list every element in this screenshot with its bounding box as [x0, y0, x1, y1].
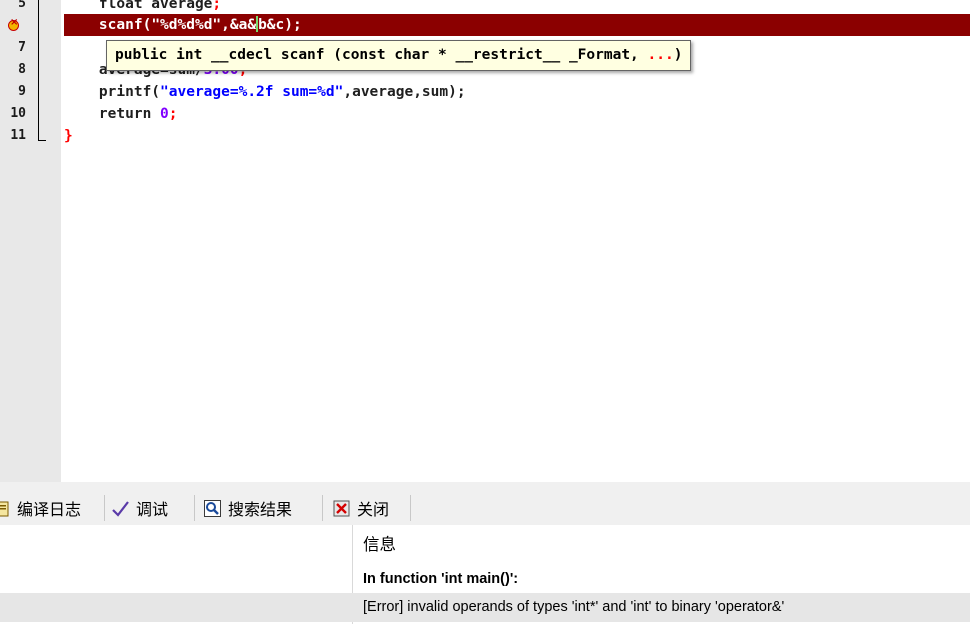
code-line-5[interactable]: float average;	[64, 0, 970, 15]
code-line-11[interactable]: }	[64, 125, 970, 147]
code-line-9[interactable]: printf("average=%.2f sum=%d",average,sum…	[64, 81, 970, 103]
tab-separator	[322, 495, 323, 521]
line-number: 8	[18, 62, 26, 77]
bottom-panel-tabs: 编译日志 调试 搜索结果 关闭	[0, 489, 970, 525]
tab-separator	[410, 495, 411, 521]
message-row-selected[interactable]: [Error] invalid operands of types 'int*'…	[0, 593, 970, 622]
code-line-10[interactable]: return 0;	[64, 103, 970, 125]
error-marker-icon[interactable]	[8, 17, 19, 31]
line-number: 5	[18, 0, 26, 11]
fold-end	[38, 140, 46, 141]
code-line-6-error[interactable]: scanf("%d%d%d",&a& b&c);	[64, 14, 970, 36]
tab-close[interactable]: 关闭	[332, 493, 389, 523]
line-number: 10	[10, 106, 26, 121]
compiler-messages-list[interactable]: 信息 In function 'int main()': [Error] inv…	[0, 525, 970, 624]
message-row[interactable]: In function 'int main()':	[0, 565, 970, 594]
fold-line	[38, 0, 39, 140]
debug-check-icon	[112, 500, 129, 517]
tab-label: 搜索结果	[228, 500, 293, 519]
close-panel-icon	[333, 500, 350, 516]
line-number: 9	[18, 84, 26, 99]
tab-separator	[194, 495, 195, 521]
column-header-info: 信息	[363, 536, 396, 554]
tab-label: 编译日志	[17, 500, 82, 519]
tab-label: 关闭	[357, 500, 390, 519]
line-number: 7	[18, 40, 26, 55]
messages-header: 信息	[0, 531, 970, 560]
message-text: In function 'int main()':	[363, 571, 519, 587]
function-signature-tooltip: public int __cdecl scanf (const char * _…	[106, 40, 692, 71]
compile-log-icon	[0, 501, 9, 516]
tab-separator	[104, 495, 105, 521]
message-text: [Error] invalid operands of types 'int*'…	[363, 599, 785, 615]
tab-debug[interactable]: 调试	[111, 493, 168, 523]
tab-label: 调试	[136, 500, 169, 519]
tab-compile-log[interactable]: 编译日志	[0, 493, 81, 523]
line-number: 11	[10, 128, 26, 143]
search-results-icon	[204, 499, 221, 517]
code-editor[interactable]: 5 7 8 9 10 11 float average; scanf("%d%d…	[0, 0, 970, 482]
line-number-gutter: 5 7 8 9 10 11	[0, 0, 61, 482]
tab-search-results[interactable]: 搜索结果	[203, 493, 292, 523]
